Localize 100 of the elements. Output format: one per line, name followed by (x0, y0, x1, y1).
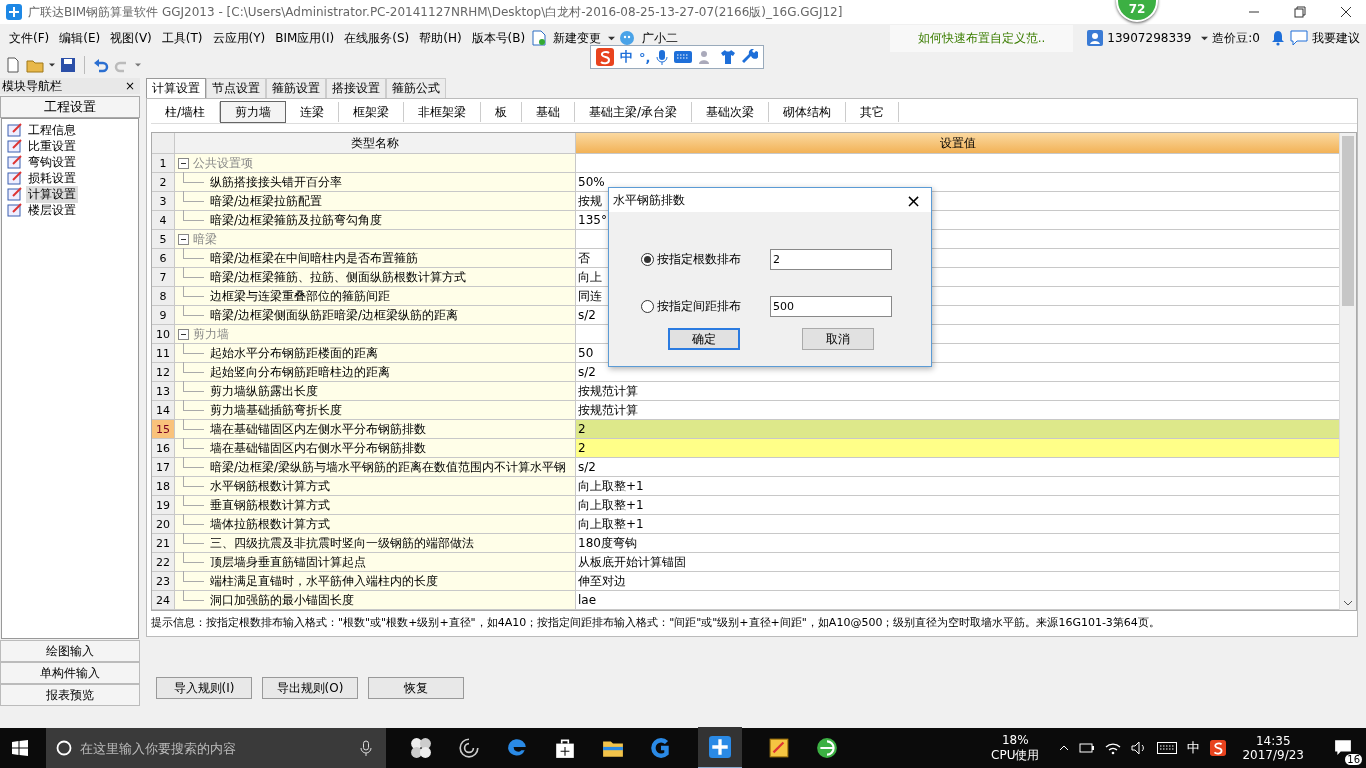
setting-value[interactable]: s/2 (578, 365, 596, 379)
menu-item[interactable]: 帮助(H) (416, 29, 465, 47)
setting-value[interactable]: s/2 (578, 460, 596, 474)
sub-tab[interactable]: 基础主梁/承台梁 (575, 102, 693, 122)
tab[interactable]: 搭接设置 (326, 78, 386, 98)
ime-logo-icon[interactable] (1210, 740, 1227, 756)
collapse-icon[interactable] (178, 233, 189, 245)
scrollbar-thumb[interactable] (1342, 136, 1354, 306)
scroll-down-icon[interactable] (1343, 600, 1353, 606)
setting-value[interactable]: lae (578, 593, 597, 607)
sub-tab[interactable]: 砌体结构 (769, 102, 847, 122)
menu-item[interactable]: 版本号(B) (468, 29, 529, 47)
tab[interactable]: 节点设置 (206, 78, 266, 98)
g-logo-icon[interactable] (650, 737, 672, 759)
fan-icon[interactable] (410, 737, 432, 759)
chevron-up-icon[interactable] (1059, 745, 1070, 751)
panel-close-button[interactable]: × (121, 79, 138, 93)
tab[interactable]: 箍筋设置 (266, 78, 326, 98)
radio-label[interactable]: 按指定间距排布 (657, 297, 770, 315)
dialog-close-button[interactable]: × (899, 189, 927, 211)
scrollbar[interactable] (1339, 133, 1356, 610)
setting-value[interactable]: s/2 (578, 308, 596, 322)
search-bar[interactable]: 在这里输入你要搜索的内容 (46, 728, 386, 768)
section-button[interactable]: 工程设置 (0, 96, 140, 118)
wifi-icon[interactable] (1105, 741, 1122, 755)
setting-value[interactable]: 180度弯钩 (578, 534, 637, 552)
sub-tab[interactable]: 非框架梁 (404, 102, 482, 122)
nav-item[interactable]: 工程信息 (26, 121, 78, 139)
setting-value[interactable]: 否 (578, 249, 590, 267)
assistant-menu[interactable]: 广小二 (639, 29, 682, 47)
setting-value[interactable]: 50 (578, 346, 594, 360)
restore-icon[interactable] (1294, 6, 1306, 18)
input-field[interactable]: 2 (770, 248, 892, 270)
microphone-icon[interactable] (360, 740, 372, 756)
sub-tab[interactable]: 基础 (522, 102, 576, 122)
input-language[interactable]: 中 (1187, 739, 1201, 757)
app-logo-icon[interactable] (709, 736, 731, 758)
collapse-icon[interactable] (178, 157, 189, 169)
collapse-icon[interactable] (178, 328, 189, 340)
module-button[interactable]: 绘图输入 (0, 640, 140, 662)
save-icon[interactable] (60, 57, 76, 73)
sub-tab[interactable]: 连梁 (286, 102, 340, 122)
swirl-icon[interactable] (458, 737, 480, 759)
setting-value[interactable]: 50% (578, 175, 605, 189)
suggest-link[interactable]: 我要建议 (1312, 29, 1360, 47)
undo-icon[interactable] (93, 57, 109, 73)
new-file-icon[interactable] (5, 57, 21, 73)
sub-tab[interactable]: 板 (481, 102, 523, 122)
tab[interactable]: 计算设置 (146, 78, 206, 98)
dialog-button[interactable]: 取消 (802, 328, 874, 350)
tab[interactable]: 箍筋公式 (386, 78, 446, 98)
setting-value[interactable]: 按规范计算 (578, 382, 638, 400)
setting-value[interactable]: 按规 (578, 192, 602, 210)
menu-item[interactable]: 在线服务(S) (341, 29, 413, 47)
radio-button[interactable] (641, 299, 654, 313)
menu-item[interactable]: 文件(F) (6, 29, 53, 47)
menu-item[interactable]: 工具(T) (158, 29, 206, 47)
windows-start-icon[interactable] (12, 740, 28, 756)
module-button[interactable]: 报表预览 (0, 684, 140, 706)
chat-icon[interactable] (1290, 30, 1308, 46)
radio-button[interactable] (641, 252, 654, 266)
setting-value[interactable]: 向上取整+1 (578, 515, 644, 533)
setting-value[interactable]: 向上取整+1 (578, 477, 644, 495)
module-button[interactable]: 单构件输入 (0, 662, 140, 684)
menu-item[interactable]: 视图(V) (107, 29, 155, 47)
store-icon[interactable] (554, 737, 576, 759)
radio-label[interactable]: 按指定根数排布 (657, 250, 770, 268)
sub-tab[interactable]: 剪力墙 (220, 101, 287, 123)
new-change-menu[interactable]: 新建变更 (550, 29, 605, 47)
setting-value[interactable]: 2 (578, 441, 586, 455)
battery-icon[interactable] (1079, 743, 1096, 753)
shirt-icon[interactable] (720, 49, 737, 65)
wrench-icon[interactable] (742, 49, 759, 65)
sub-tab[interactable]: 基础次梁 (692, 102, 770, 122)
help-link[interactable]: 如何快速布置自定义范.. (889, 24, 1074, 52)
keyboard-icon[interactable] (1157, 742, 1178, 754)
search-field[interactable]: 在这里输入你要搜索的内容 (78, 739, 354, 757)
setting-value[interactable]: 2 (578, 422, 586, 436)
rule-button[interactable]: 导入规则(I) (156, 677, 252, 699)
caret-icon[interactable] (608, 34, 616, 42)
notification-icon[interactable] (1334, 737, 1352, 756)
dialog-button[interactable]: 确定 (668, 328, 740, 350)
nav-item[interactable]: 弯钩设置 (26, 153, 78, 171)
nav-item[interactable]: 计算设置 (26, 185, 78, 203)
setting-value[interactable]: 按规范计算 (578, 401, 638, 419)
caret-icon[interactable] (1201, 34, 1209, 42)
notepad-icon[interactable] (768, 737, 790, 759)
rule-button[interactable]: 恢复 (368, 677, 464, 699)
setting-value[interactable]: 135° (578, 213, 607, 227)
sub-tab[interactable]: 框架梁 (339, 102, 405, 122)
menu-item[interactable]: BIM应用(I) (272, 29, 338, 47)
close-icon[interactable] (1340, 6, 1352, 18)
rule-button[interactable]: 导出规则(O) (262, 677, 358, 699)
account-phone[interactable]: 13907298339 (1107, 31, 1192, 45)
bell-icon[interactable] (1270, 30, 1286, 46)
setting-value[interactable]: 向上取整+1 (578, 496, 644, 514)
input-field[interactable]: 500 (770, 295, 892, 317)
clock-date[interactable]: 2017/9/23 (1242, 748, 1304, 762)
menu-item[interactable]: 编辑(E) (56, 29, 104, 47)
sub-tab[interactable]: 其它 (846, 102, 900, 122)
